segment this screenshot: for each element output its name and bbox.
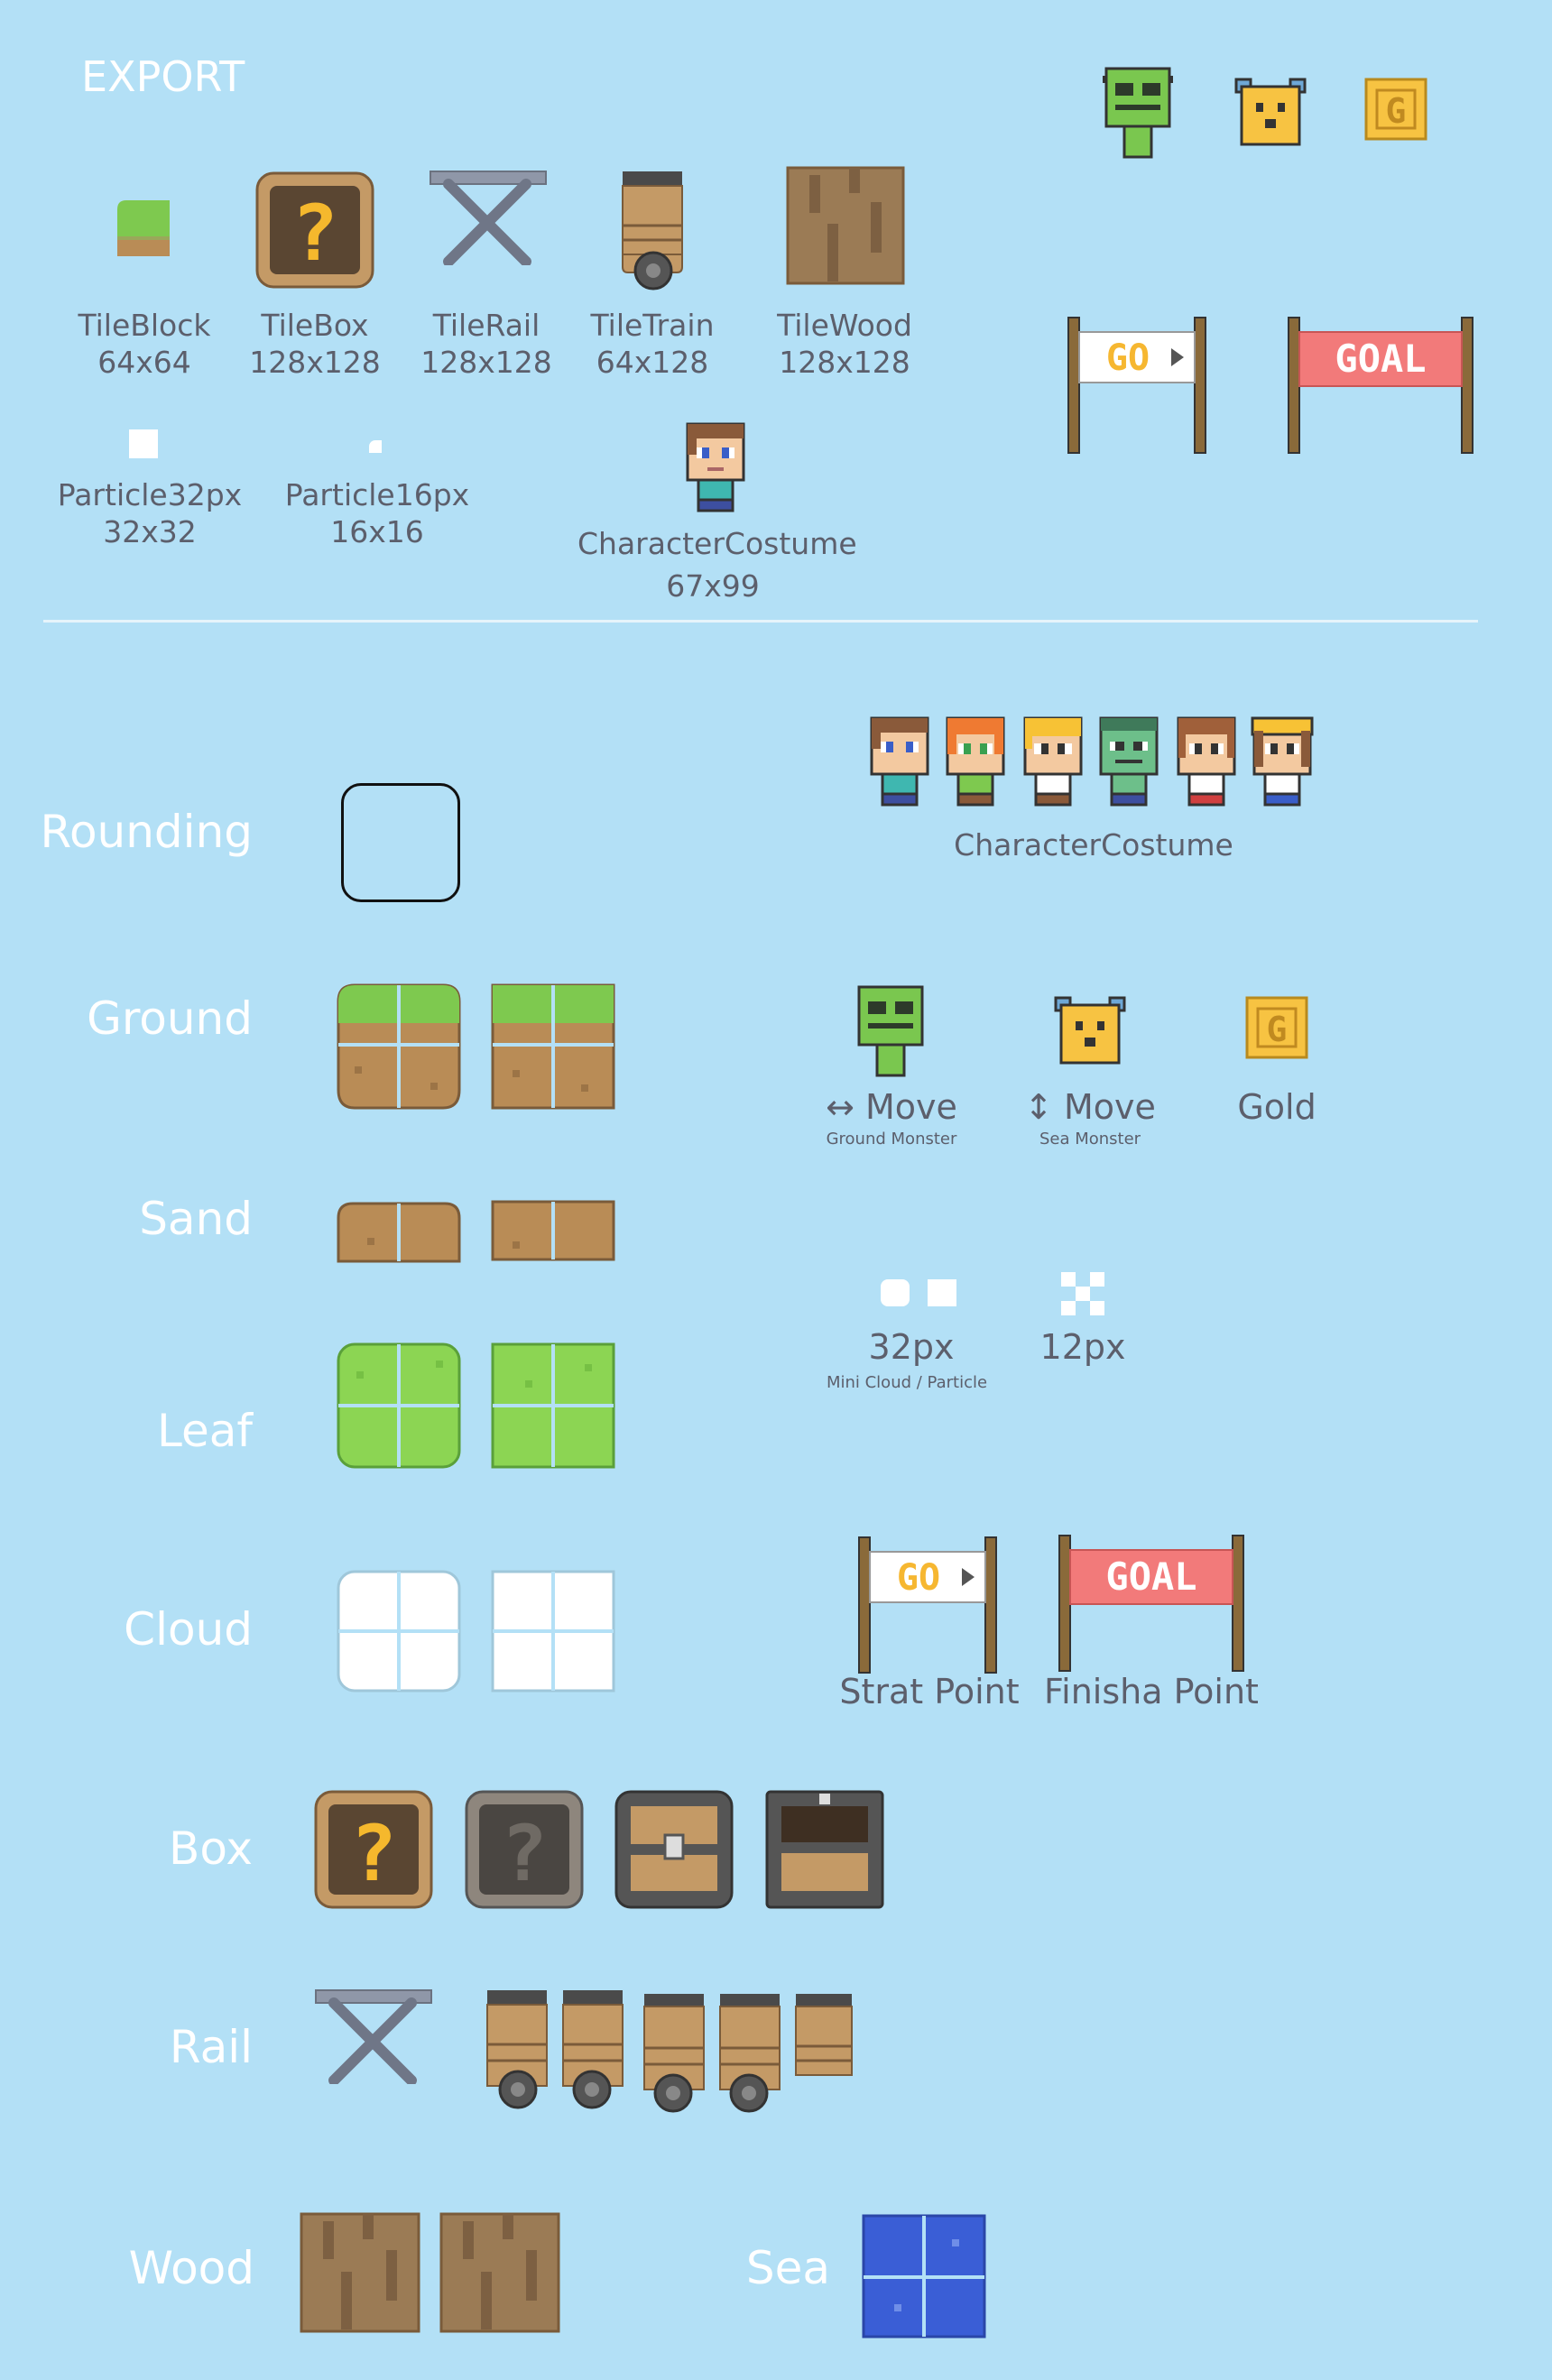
start-point-label: Strat Point xyxy=(839,1672,1020,1711)
ground-monster-sub-label: Ground Monster xyxy=(826,1130,957,1148)
sand-tile-rounded xyxy=(337,1202,461,1263)
category-wood: Wood xyxy=(128,2242,254,2294)
used-box-sprite: ? xyxy=(465,1790,584,1909)
gold-detail-icon: G xyxy=(1245,996,1308,1059)
particle-32px-sub-label: Mini Cloud / Particle xyxy=(826,1373,988,1392)
svg-text:?: ? xyxy=(291,189,338,279)
tile-train-sprite xyxy=(622,171,683,291)
character-6-icon xyxy=(1251,716,1314,807)
ground-monster-icon xyxy=(1103,67,1173,159)
svg-text:GO: GO xyxy=(897,1557,940,1599)
start-point-flag: GO xyxy=(858,1536,997,1674)
tile-wood-sprite xyxy=(786,166,905,285)
cloud-tile-square xyxy=(491,1570,615,1693)
export-title: EXPORT xyxy=(81,52,245,101)
character-1-icon xyxy=(870,716,929,807)
rail-sprite xyxy=(315,1989,432,2084)
train-back-sprite xyxy=(562,1990,624,2109)
category-box: Box xyxy=(169,1822,253,1875)
particle-12px-icon xyxy=(1061,1272,1104,1315)
section-divider xyxy=(43,620,1478,623)
cloud-tile-rounded xyxy=(337,1570,461,1693)
asset-label-tileblock: TileBlock 64x64 xyxy=(78,308,211,381)
category-sand: Sand xyxy=(139,1193,253,1245)
ground-tile-square xyxy=(491,983,615,1110)
asset-label-tilewood: TileWood 128x128 xyxy=(777,308,912,381)
asset-label-tiletrain: TileTrain 64x128 xyxy=(590,308,715,381)
category-cloud: Cloud xyxy=(124,1603,253,1656)
character-3-icon xyxy=(1023,716,1083,807)
character-2-icon xyxy=(946,716,1005,807)
particle-32-sprite xyxy=(129,429,158,458)
character-costume-sprite xyxy=(686,422,745,512)
svg-text:G: G xyxy=(1267,1010,1288,1049)
rounding-sample xyxy=(341,783,460,902)
character-5-icon xyxy=(1177,716,1236,807)
chest-open-sprite xyxy=(765,1790,884,1909)
sea-monster-detail-icon xyxy=(1054,996,1126,1065)
train-front-sprite xyxy=(486,1990,548,2109)
tile-box-sprite: ? xyxy=(255,171,374,289)
tile-block-sprite xyxy=(117,200,170,256)
character-costume-label: CharacterCostume xyxy=(954,827,1233,863)
gold-coin-icon: G xyxy=(1364,78,1427,141)
particle-12px-label: 12px xyxy=(1039,1327,1126,1367)
gold-label: Gold xyxy=(1237,1087,1316,1127)
sea-tile xyxy=(862,2214,986,2338)
category-sea: Sea xyxy=(745,2242,830,2294)
start-flag-sprite: GO xyxy=(1067,317,1206,454)
category-rounding: Rounding xyxy=(40,806,253,858)
character-costume-row xyxy=(868,716,1319,810)
asset-label-particle16: Particle16px 16x16 xyxy=(284,477,470,550)
goal-flag-sprite: GOAL xyxy=(1288,317,1473,454)
character-4-icon xyxy=(1099,716,1159,807)
chest-closed-sprite xyxy=(614,1790,734,1909)
train-car-c-sprite xyxy=(795,1994,853,2076)
category-rail: Rail xyxy=(169,2021,253,2073)
asset-label-tilerail: TileRail 128x128 xyxy=(420,308,552,381)
question-box-sprite: ? xyxy=(314,1790,433,1909)
asset-label-tilebox: TileBox 128x128 xyxy=(249,308,381,381)
leaf-tile-square xyxy=(491,1342,615,1469)
wood-tile-a xyxy=(300,2212,420,2333)
tile-rail-sprite xyxy=(430,171,547,265)
mini-cloud-particle-b xyxy=(928,1279,956,1306)
mini-cloud-particle-a xyxy=(881,1279,910,1306)
ground-tile-rounded xyxy=(337,983,461,1110)
sea-monster-sub-label: Sea Monster xyxy=(1039,1130,1141,1148)
leaf-tile-rounded xyxy=(337,1342,461,1469)
sea-monster-icon xyxy=(1234,78,1307,146)
asset-label-particle32: Particle32px 32x32 xyxy=(57,477,243,550)
svg-text:GOAL: GOAL xyxy=(1335,337,1426,381)
asset-label-charactercostume: CharacterCostume 67x99 xyxy=(577,526,857,604)
svg-text:GOAL: GOAL xyxy=(1105,1554,1196,1599)
wood-tile-b xyxy=(439,2212,560,2333)
finish-point-flag: GOAL xyxy=(1058,1535,1244,1672)
sea-monster-move-label: ↕ Move xyxy=(1024,1087,1156,1127)
svg-text:?: ? xyxy=(501,1809,548,1899)
category-leaf: Leaf xyxy=(157,1405,253,1457)
ground-monster-move-label: ↔ Move xyxy=(826,1087,957,1127)
particle-16-sprite xyxy=(369,440,382,453)
finish-point-label: Finisha Point xyxy=(1044,1672,1259,1711)
particle-32px-label: 32px xyxy=(868,1327,955,1367)
train-car-b-sprite xyxy=(719,1994,781,2113)
svg-text:G: G xyxy=(1386,91,1407,131)
sand-tile-square xyxy=(491,1200,615,1261)
category-ground: Ground xyxy=(87,992,253,1045)
svg-text:?: ? xyxy=(350,1809,397,1899)
svg-text:GO: GO xyxy=(1106,337,1150,379)
ground-monster-detail-icon xyxy=(857,985,924,1077)
train-car-a-sprite xyxy=(643,1994,705,2113)
